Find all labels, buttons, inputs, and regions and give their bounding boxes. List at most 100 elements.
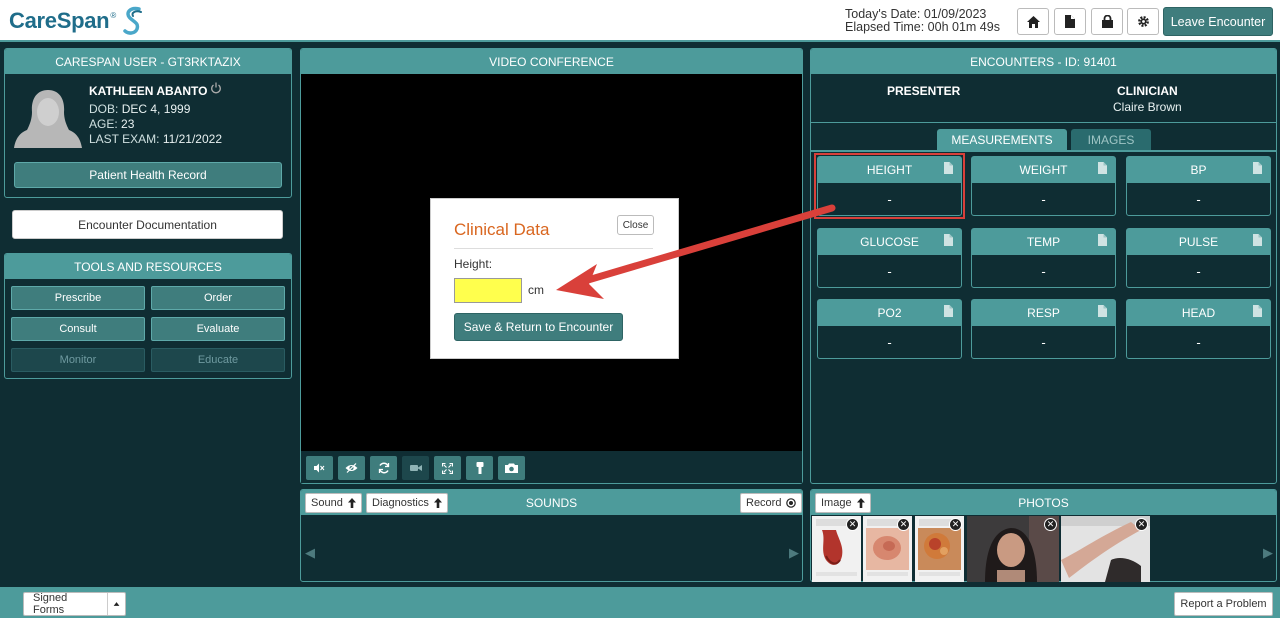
upload-arrow-icon xyxy=(347,498,356,508)
clinical-data-dialog: Clinical Data Close Height: cm Save & Re… xyxy=(430,198,679,359)
educate-button[interactable]: Educate xyxy=(151,348,285,372)
patient-name: KATHLEEN ABANTO xyxy=(89,84,208,98)
document-icon[interactable] xyxy=(1253,305,1262,317)
exam-value: 11/21/2022 xyxy=(162,132,222,146)
hide-video-button[interactable] xyxy=(338,456,365,480)
flashlight-button[interactable] xyxy=(466,456,493,480)
logo-s-mark-icon xyxy=(123,6,143,35)
video-panel-title: VIDEO CONFERENCE xyxy=(301,49,802,74)
sounds-prev-arrow[interactable]: ◀ xyxy=(305,545,315,561)
prescribe-button[interactable]: Prescribe xyxy=(11,286,145,310)
measurement-glucose[interactable]: GLUCOSE - xyxy=(817,228,962,288)
image-upload-button[interactable]: Image xyxy=(815,493,871,513)
height-input[interactable] xyxy=(454,278,522,303)
power-icon[interactable] xyxy=(210,82,222,94)
camera-toggle-button[interactable] xyxy=(402,456,429,480)
app-footer: Signed Forms Report a Problem xyxy=(0,587,1280,618)
patient-health-record-button[interactable]: Patient Health Record xyxy=(14,162,282,188)
photo-thumbnail[interactable]: ✕ xyxy=(863,516,912,582)
height-unit-label: cm xyxy=(528,283,544,297)
encounters-panel-title: ENCOUNTERS - ID: 91401 xyxy=(811,49,1276,74)
evaluate-button[interactable]: Evaluate xyxy=(151,317,285,341)
remove-photo-icon[interactable]: ✕ xyxy=(1044,518,1057,531)
dialog-divider xyxy=(454,248,653,249)
photos-panel-title: PHOTOS xyxy=(811,490,1276,515)
document-icon[interactable] xyxy=(1098,162,1107,174)
remove-photo-icon[interactable]: ✕ xyxy=(897,518,910,531)
monitor-button[interactable]: Monitor xyxy=(11,348,145,372)
measurement-resp[interactable]: RESP - xyxy=(971,299,1116,359)
logo-trademark: ® xyxy=(110,10,117,20)
measurement-label: HEAD xyxy=(1181,306,1216,320)
measurement-value: - xyxy=(1196,191,1201,207)
document-icon[interactable] xyxy=(944,234,953,246)
sound-upload-button[interactable]: Sound xyxy=(305,493,362,513)
tab-images[interactable]: IMAGES xyxy=(1071,129,1151,151)
sounds-panel: SOUNDS Sound Diagnostics Record ◀ ▶ xyxy=(300,489,803,582)
photos-next-arrow[interactable]: ▶ xyxy=(1263,545,1273,561)
remove-photo-icon[interactable]: ✕ xyxy=(949,518,962,531)
remove-photo-icon[interactable]: ✕ xyxy=(1135,518,1148,531)
settings-button[interactable] xyxy=(1127,8,1159,35)
measurement-value: - xyxy=(887,263,892,279)
age-value: 23 xyxy=(121,117,135,131)
document-icon xyxy=(1065,15,1075,28)
document-icon[interactable] xyxy=(1253,234,1262,246)
date-time-display: Today's Date: 01/09/2023 Elapsed Time: 0… xyxy=(845,8,1000,34)
measurement-bp[interactable]: BP - xyxy=(1126,156,1271,216)
save-return-button[interactable]: Save & Return to Encounter xyxy=(454,313,623,341)
dialog-close-button[interactable]: Close xyxy=(617,215,654,235)
measurement-head[interactable]: HEAD - xyxy=(1126,299,1271,359)
order-button[interactable]: Order xyxy=(151,286,285,310)
document-icon[interactable] xyxy=(944,305,953,317)
document-icon[interactable] xyxy=(1098,234,1107,246)
photo-thumbnail[interactable]: ✕ xyxy=(1061,516,1150,582)
clinician-name: Claire Brown xyxy=(1113,100,1182,114)
fullscreen-button[interactable] xyxy=(434,456,461,480)
mute-button[interactable] xyxy=(306,456,333,480)
measurement-po2[interactable]: PO2 - xyxy=(817,299,962,359)
sounds-next-arrow[interactable]: ▶ xyxy=(789,545,799,561)
encounter-documentation-button[interactable]: Encounter Documentation xyxy=(12,210,283,239)
patient-age: AGE: 23 xyxy=(89,117,134,131)
photo-thumbnail[interactable]: ✕ xyxy=(967,516,1059,582)
measurement-label: BP xyxy=(1190,163,1207,177)
snapshot-button[interactable] xyxy=(498,456,525,480)
measurement-weight[interactable]: WEIGHT - xyxy=(971,156,1116,216)
document-icon[interactable] xyxy=(1253,162,1262,174)
age-label: AGE: xyxy=(89,117,118,131)
consult-button[interactable]: Consult xyxy=(11,317,145,341)
sound-button-label: Sound xyxy=(311,497,343,509)
measurement-value: - xyxy=(887,334,892,350)
measurement-label: PO2 xyxy=(877,306,902,320)
measurement-value: - xyxy=(1196,334,1201,350)
lock-button[interactable] xyxy=(1091,8,1123,35)
home-button[interactable] xyxy=(1017,8,1049,35)
logo-text: CareSpan xyxy=(9,8,110,33)
signed-forms-dropdown[interactable]: Signed Forms xyxy=(23,592,126,616)
report-problem-button[interactable]: Report a Problem xyxy=(1174,592,1273,616)
flashlight-icon xyxy=(476,462,483,474)
photo-thumbnail[interactable]: ✕ xyxy=(812,516,861,582)
measurement-value: - xyxy=(1041,263,1046,279)
measurement-value: - xyxy=(1041,334,1046,350)
record-icon xyxy=(786,498,797,508)
measurement-pulse[interactable]: PULSE - xyxy=(1126,228,1271,288)
documents-button[interactable] xyxy=(1054,8,1086,35)
switch-camera-button[interactable] xyxy=(370,456,397,480)
measurement-temp[interactable]: TEMP - xyxy=(971,228,1116,288)
patient-panel: CARESPAN USER - GT3RKTAZIX KATHLEEN ABAN… xyxy=(4,48,292,198)
measurement-value: - xyxy=(1041,191,1046,207)
leave-encounter-button[interactable]: Leave Encounter xyxy=(1163,7,1273,36)
photo-thumbnail[interactable]: ✕ xyxy=(915,516,964,582)
measurement-label: WEIGHT xyxy=(1019,163,1068,177)
tab-measurements[interactable]: MEASUREMENTS xyxy=(937,129,1067,151)
diagnostics-upload-button[interactable]: Diagnostics xyxy=(366,493,448,513)
snapshot-icon xyxy=(505,463,518,473)
remove-photo-icon[interactable]: ✕ xyxy=(846,518,859,531)
record-button[interactable]: Record xyxy=(740,493,803,513)
tab-underline xyxy=(811,150,1276,152)
camera-icon xyxy=(409,465,422,471)
measurement-label: RESP xyxy=(1027,306,1060,320)
document-icon[interactable] xyxy=(1098,305,1107,317)
